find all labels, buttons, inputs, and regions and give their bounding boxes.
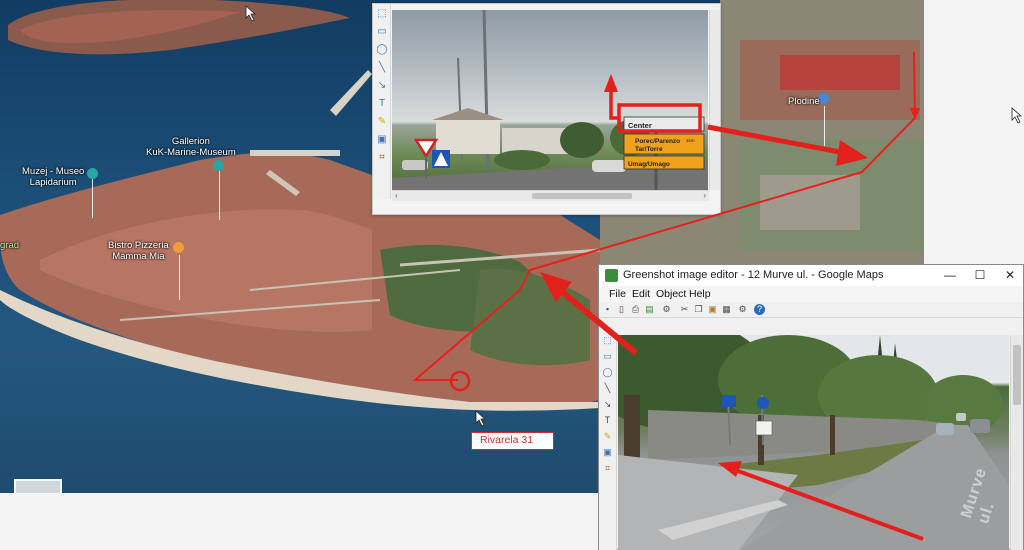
highlight-tool-icon[interactable]: ✎ — [376, 116, 388, 128]
page-margin-bottom — [0, 493, 600, 550]
ellipse-tool-icon[interactable]: ◯ — [376, 44, 388, 56]
cut-icon[interactable]: ✂ — [679, 304, 690, 315]
sign-row-3: Umag/Umago — [628, 161, 670, 168]
select-tool-icon[interactable]: ⬚ — [376, 8, 388, 20]
crop-tool-icon[interactable]: ⌗ — [376, 152, 388, 164]
poi-bistro-pizzeria[interactable]: Bistro Pizzeria Mamma Mia — [108, 240, 169, 262]
gear-icon[interactable]: ⚙ — [737, 304, 748, 315]
poi-stem — [824, 106, 825, 146]
screen: Muzej - Museo Lapidarium Gallerion KuK-M… — [0, 0, 1024, 550]
print-icon[interactable]: ⎙ — [630, 304, 641, 315]
canvas-vertical-scrollbar[interactable] — [1010, 335, 1023, 550]
inset-horizontal-scrollbar[interactable]: ‹ › — [392, 190, 709, 201]
poi-museum-lapidarium[interactable]: Muzej - Museo Lapidarium — [22, 166, 84, 188]
help-icon[interactable]: ? — [754, 304, 765, 315]
sign-row-1: Porec/Parenzo — [635, 138, 680, 145]
settings-icon[interactable]: ⚙ — [661, 304, 672, 315]
menu-file[interactable]: File — [609, 288, 626, 300]
save-icon[interactable]: ▪ — [602, 304, 613, 315]
sign-distance: 4km — [686, 138, 695, 143]
arrow-tool-icon[interactable]: ↘ — [376, 80, 388, 92]
greenshot-app-icon — [605, 269, 618, 282]
greenshot-editor-window: Greenshot image editor - 12 Murve ul. - … — [598, 264, 1024, 550]
poi-stem — [219, 170, 220, 220]
poi-stem — [92, 178, 93, 218]
editor-tool-strip: ⬚ ▭ ◯ ╲ ↘ T ✎ ▣ ⌗ — [373, 4, 391, 199]
window-title: Greenshot image editor - 12 Murve ul. - … — [623, 269, 884, 281]
scroll-thumb[interactable] — [532, 193, 632, 199]
menu-bar: File Edit Object Help — [599, 286, 1023, 302]
map-layer-thumbnail[interactable] — [14, 479, 62, 493]
ellipse-tool-icon[interactable]: ◯ — [602, 367, 613, 378]
street-view-inset: ⬚ ▭ ◯ ╲ ↘ T ✎ ▣ ⌗ Center Porec/Parenzo T… — [372, 3, 721, 215]
street-photo: Center Porec/Parenzo Tar/Torre Umag/Umag… — [392, 10, 708, 190]
sign-row-2: Tar/Torre — [635, 146, 663, 153]
obfuscate-tool-icon[interactable]: ▣ — [602, 447, 613, 458]
clipboard-icon[interactable]: ▯ — [616, 304, 627, 315]
street-photo-scene: Center Porec/Parenzo Tar/Torre Umag/Umag… — [392, 10, 708, 190]
editor-canvas[interactable]: Murve ul. — [618, 335, 1009, 550]
scroll-left-icon[interactable]: ‹ — [395, 191, 398, 201]
arrow-tool-icon[interactable]: ↘ — [602, 399, 613, 410]
select-tool-icon[interactable]: ⬚ — [602, 335, 613, 346]
open-image-icon[interactable]: ▤ — [644, 304, 655, 315]
address-annotation-box: Rivarela 31 — [471, 432, 554, 450]
crop-tool-icon[interactable]: ⌗ — [602, 463, 613, 474]
window-title-bar[interactable]: Greenshot image editor - 12 Murve ul. - … — [599, 265, 1023, 286]
rectangle-tool-icon[interactable]: ▭ — [376, 26, 388, 38]
line-tool-icon[interactable]: ╲ — [602, 383, 613, 394]
menu-help[interactable]: Help — [689, 288, 711, 300]
menu-edit[interactable]: Edit — [632, 288, 650, 300]
scroll-right-icon[interactable]: › — [703, 191, 706, 201]
scroll-thumb[interactable] — [1013, 345, 1021, 405]
restaurant-pin-icon[interactable] — [173, 242, 184, 253]
maximize-button[interactable]: ☐ — [965, 265, 995, 286]
map-edge-label: grad — [0, 240, 20, 251]
sign-center-text: Center — [628, 121, 652, 130]
obfuscate-tool-icon[interactable]: ▣ — [376, 134, 388, 146]
rectangle-tool-icon[interactable]: ▭ — [602, 351, 613, 362]
toolbar: ▪ ▯ ⎙ ▤ ⚙ ✂ ❐ ▣ ▦ ⚙ ? — [599, 302, 1023, 318]
paste-icon[interactable]: ▣ — [707, 304, 718, 315]
menu-object[interactable]: Object — [656, 288, 686, 300]
street-scene — [618, 335, 1009, 550]
poi-plodine[interactable]: Plodine — [788, 96, 820, 107]
minimize-button[interactable]: — — [935, 265, 965, 286]
copy-icon[interactable]: ❐ — [693, 304, 704, 315]
museum-pin-icon[interactable] — [213, 160, 224, 171]
highlight-tool-icon[interactable]: ✎ — [602, 431, 613, 442]
text-tool-icon[interactable]: T — [376, 98, 388, 110]
close-button[interactable]: ✕ — [995, 265, 1024, 286]
museum-pin-icon[interactable] — [87, 168, 98, 179]
poi-stem — [179, 255, 180, 300]
inset-vertical-scrollbar[interactable] — [709, 10, 720, 190]
editor-tool-strip: ⬚ ▭ ◯ ╲ ↘ T ✎ ▣ ⌗ — [599, 333, 617, 550]
text-tool-icon[interactable]: T — [602, 415, 613, 426]
delete-icon[interactable]: ▦ — [721, 304, 732, 315]
line-tool-icon[interactable]: ╲ — [376, 62, 388, 74]
poi-kuk-marine-museum[interactable]: Gallerion KuK-Marine-Museum — [146, 136, 236, 158]
